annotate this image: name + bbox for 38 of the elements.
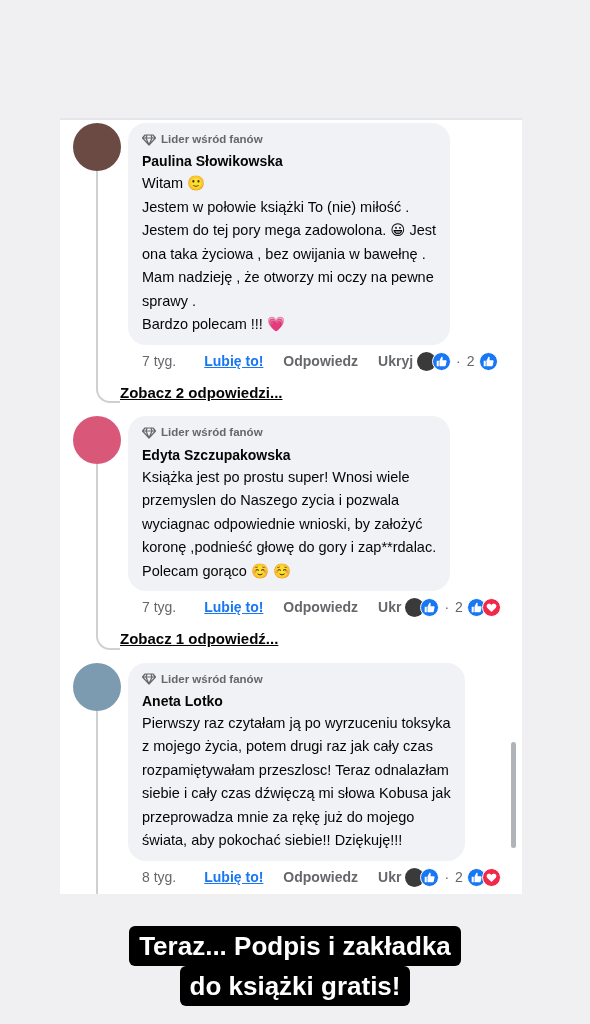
comment-time[interactable]: 7 tyg. xyxy=(142,597,177,618)
comment-text: Książka jest po prostu super! Wnosi wiele przemyslen do Naszego zycia i pozwala wyciagnac odpowiednie wnioski, by założyć koronę ,podnieść głowę do gory i zap**rdalac. Polecam gorąco ☺ ☺ xyxy=(142,467,437,581)
diamond-icon xyxy=(142,673,156,686)
like-reaction-icon xyxy=(420,598,440,617)
reaction-count[interactable]: 2 xyxy=(455,866,463,888)
like-reaction-icon xyxy=(432,351,452,371)
reaction-count[interactable]: 2 xyxy=(466,350,475,372)
comment-text: Witam 🙂 Jestem w połowie książki To (nie) miłość . Jestem do tej pory mega zadowolona. 😀 Jest ona taka życiowa , bez owijania w bawełnę . Mam nadzieję , że otworzy mi oczy na pewne sprawy . Bardzo polecam !!! 💗 xyxy=(142,174,436,335)
avatar-photo[interactable] xyxy=(73,416,121,465)
comment-text: Pierwszy raz czytałam ją po wyrzuceniu toksyka z mojego życia, potem drugi raz jak cały czas rozpamiętywałam przeszlosc! Teraz odnalazłam siebie i cały czas dźwięczą mi słowa Kobusa jak przeprowadza mnie za rękę już do mojego świata, aby pokochać siebie!! Dziękuję!!! xyxy=(142,713,451,851)
like-link[interactable]: Lubię to! xyxy=(204,350,264,372)
avatar-photo[interactable] xyxy=(73,123,121,171)
separator-dot: · xyxy=(444,867,450,887)
author-name[interactable]: Edyta Szczupakowska xyxy=(142,444,437,466)
author-name[interactable]: Paulina Słowikowska xyxy=(142,151,436,173)
fan-badge-label: Lider wśród fanów xyxy=(161,132,263,147)
like-link[interactable]: Lubię to! xyxy=(204,597,264,618)
like-link[interactable]: Lubię to! xyxy=(204,866,264,888)
comment-time[interactable]: 7 tyg. xyxy=(142,350,177,372)
fan-badge-label: Lider wśród fanów xyxy=(161,425,263,441)
reaction-count[interactable]: 2 xyxy=(455,597,463,618)
scrollbar-thumb[interactable] xyxy=(511,742,516,848)
separator-dot: · xyxy=(444,598,450,617)
reply-link[interactable]: Odpowiedz xyxy=(283,866,359,888)
hide-link[interactable]: Ukryj xyxy=(378,350,414,372)
fan-badge-label: Lider wśród fanów xyxy=(161,671,263,687)
hide-link[interactable]: Ukr xyxy=(378,597,402,618)
comment-time[interactable]: 8 tyg. xyxy=(142,866,177,888)
diamond-icon xyxy=(142,133,156,146)
view-replies-link[interactable]: Zobacz 1 odpowiedź... xyxy=(120,628,279,651)
diamond-icon xyxy=(142,426,156,439)
reply-link[interactable]: Odpowiedz xyxy=(283,597,359,618)
author-name[interactable]: Aneta Lotko xyxy=(142,690,451,712)
separator-dot: · xyxy=(456,351,461,371)
like-reaction-icon xyxy=(420,867,440,887)
hide-link[interactable]: Ukr xyxy=(378,866,402,888)
view-replies-link[interactable]: Zobacz 2 odpowiedzi... xyxy=(120,381,283,405)
reply-link[interactable]: Odpowiedz xyxy=(283,350,359,372)
